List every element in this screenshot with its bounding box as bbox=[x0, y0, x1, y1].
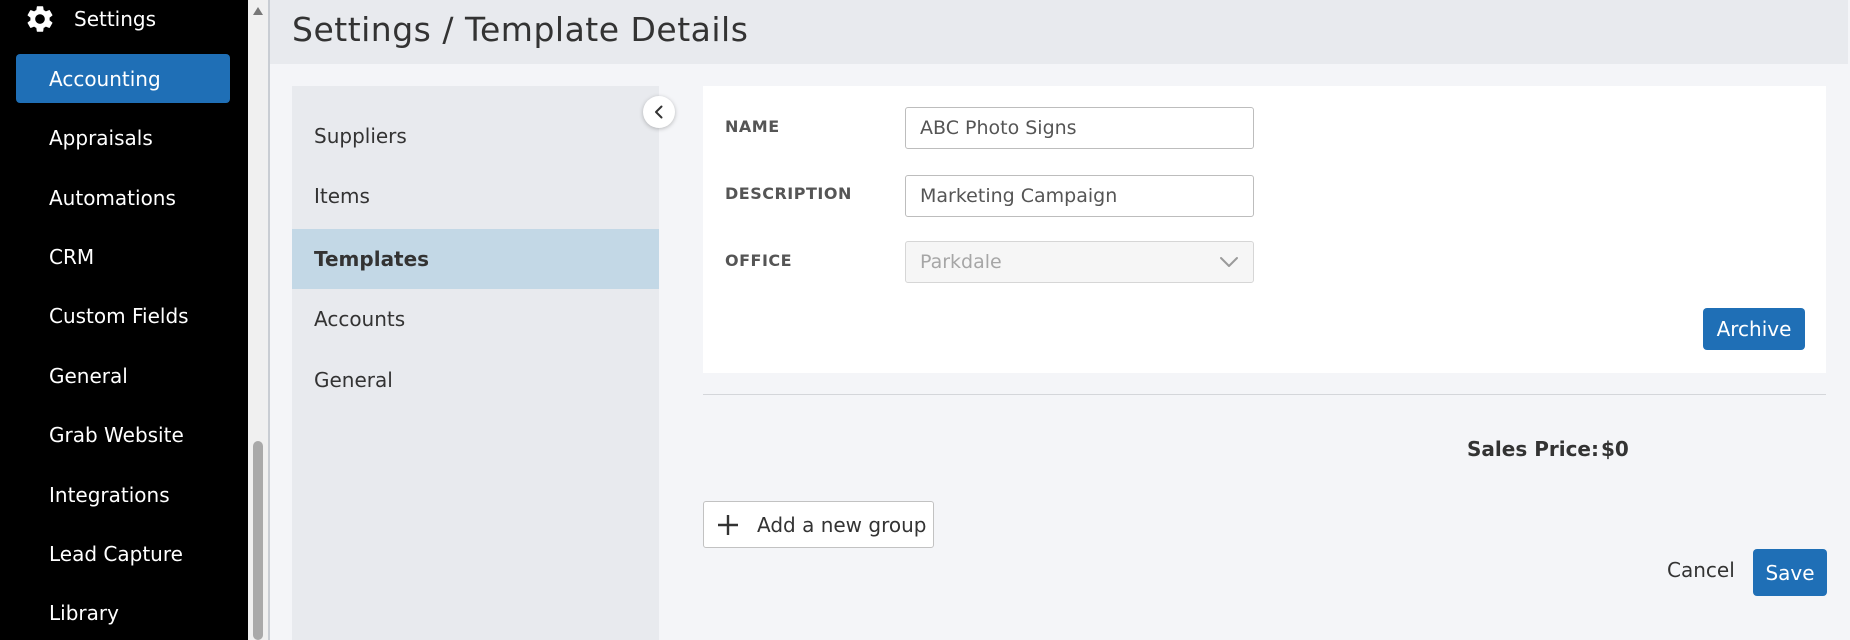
save-button-label: Save bbox=[1765, 560, 1815, 585]
main-content: Settings / Template Details Suppliers It… bbox=[270, 0, 1850, 640]
office-select-value: Parkdale bbox=[920, 251, 1002, 273]
gear-icon bbox=[27, 6, 53, 32]
subnav-item-templates[interactable]: Templates bbox=[292, 229, 659, 289]
sidebar-item-label: Custom Fields bbox=[49, 303, 189, 328]
sidebar-item-lead-capture[interactable]: Lead Capture bbox=[16, 529, 230, 578]
scrollbar-thumb[interactable] bbox=[253, 441, 263, 640]
collapse-subnav-button[interactable] bbox=[643, 96, 675, 128]
subnav-item-accounts[interactable]: Accounts bbox=[292, 289, 659, 349]
sidebar-item-accounting[interactable]: Accounting bbox=[16, 54, 230, 103]
subnav-item-label: Templates bbox=[314, 247, 430, 271]
save-button[interactable]: Save bbox=[1753, 549, 1827, 596]
sidebar-item-label: Grab Website bbox=[49, 422, 184, 447]
subnav-item-label: Suppliers bbox=[314, 124, 407, 148]
subnav-item-suppliers[interactable]: Suppliers bbox=[292, 106, 659, 166]
name-label: NAME bbox=[725, 117, 780, 136]
chevron-left-icon bbox=[655, 105, 663, 119]
page-title: Settings / Template Details bbox=[292, 10, 749, 49]
sidebar-item-library[interactable]: Library bbox=[16, 588, 230, 637]
cancel-button[interactable]: Cancel bbox=[1667, 558, 1735, 582]
description-label: DESCRIPTION bbox=[725, 184, 852, 203]
section-divider bbox=[703, 394, 1826, 395]
sidebar-header[interactable]: Settings bbox=[24, 2, 156, 36]
sidebar-item-label: Appraisals bbox=[49, 125, 153, 150]
page-header: Settings / Template Details bbox=[270, 0, 1848, 64]
subnav-item-label: Accounts bbox=[314, 307, 406, 331]
sidebar-item-automations[interactable]: Automations bbox=[16, 173, 230, 222]
archive-button-label: Archive bbox=[1716, 317, 1792, 341]
sales-price-value: $0 bbox=[1601, 437, 1629, 461]
archive-button[interactable]: Archive bbox=[1703, 308, 1805, 350]
description-input[interactable] bbox=[905, 175, 1254, 217]
subnav-item-label: General bbox=[314, 368, 393, 392]
sidebar-item-grab-website[interactable]: Grab Website bbox=[16, 410, 230, 459]
settings-subnav: Suppliers Items Templates Accounts Gener… bbox=[292, 86, 659, 640]
sidebar-item-label: Library bbox=[49, 600, 119, 625]
sidebar-header-label: Settings bbox=[74, 7, 157, 31]
subnav-item-items[interactable]: Items bbox=[292, 166, 659, 226]
sidebar-item-crm[interactable]: CRM bbox=[16, 232, 230, 281]
office-label: OFFICE bbox=[725, 251, 793, 270]
name-input[interactable] bbox=[905, 107, 1254, 149]
sales-price-label: Sales Price: bbox=[1467, 437, 1599, 461]
sidebar-item-appraisals[interactable]: Appraisals bbox=[16, 113, 230, 162]
sidebar-scrollbar[interactable] bbox=[248, 0, 268, 640]
settings-sidebar: Settings Accounting Appraisals Automatio… bbox=[0, 0, 248, 640]
sidebar-item-custom-fields[interactable]: Custom Fields bbox=[16, 291, 230, 340]
sidebar-item-label: Integrations bbox=[49, 482, 170, 507]
sidebar-item-label: CRM bbox=[49, 244, 95, 269]
add-group-button[interactable]: Add a new group bbox=[703, 501, 934, 548]
plus-icon bbox=[718, 514, 738, 535]
sidebar-item-general[interactable]: General bbox=[16, 351, 230, 400]
sidebar-item-label: Lead Capture bbox=[49, 541, 183, 566]
subnav-item-general[interactable]: General bbox=[292, 350, 659, 410]
chevron-down-icon bbox=[1220, 257, 1238, 267]
add-group-label: Add a new group bbox=[757, 512, 927, 537]
sidebar-item-label: General bbox=[49, 363, 128, 388]
office-select[interactable]: Parkdale bbox=[905, 241, 1254, 283]
sidebar-item-label: Automations bbox=[49, 185, 176, 210]
sidebar-item-integrations[interactable]: Integrations bbox=[16, 470, 230, 519]
subnav-item-label: Items bbox=[314, 184, 370, 208]
template-details-card: NAME DESCRIPTION OFFICE Parkdale Archive bbox=[703, 86, 1826, 373]
sidebar-item-label: Accounting bbox=[49, 66, 161, 91]
scroll-up-arrow-icon[interactable] bbox=[253, 7, 263, 15]
